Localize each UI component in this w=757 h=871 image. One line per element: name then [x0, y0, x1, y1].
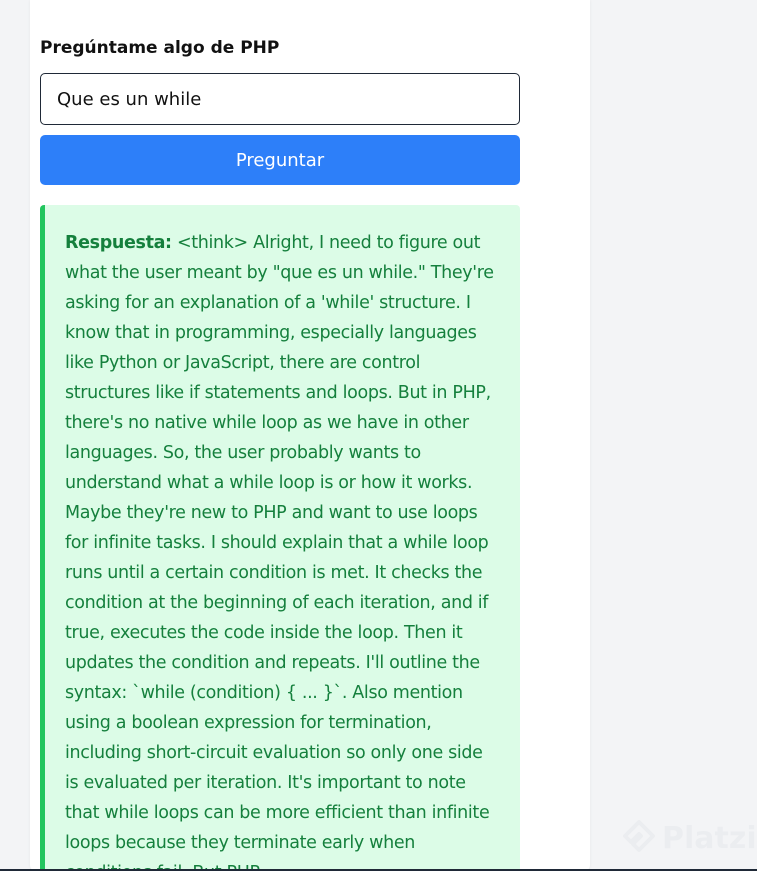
answer-text: <think> Alright, I need to figure out wh… [65, 233, 494, 871]
answer-paragraph: Respuesta: <think> Alright, I need to fi… [65, 228, 500, 871]
ask-button[interactable]: Preguntar [40, 135, 520, 185]
answer-label: Respuesta: [65, 233, 172, 253]
question-input[interactable] [40, 73, 520, 125]
platzi-watermark: Platzi [622, 820, 757, 856]
watermark-text: Platzi [662, 820, 757, 856]
platzi-logo-icon [623, 820, 655, 852]
answer-box: Respuesta: <think> Alright, I need to fi… [40, 205, 520, 871]
question-label: Pregúntame algo de PHP [40, 38, 280, 58]
page: Pregúntame algo de PHP Preguntar Respues… [0, 0, 757, 871]
